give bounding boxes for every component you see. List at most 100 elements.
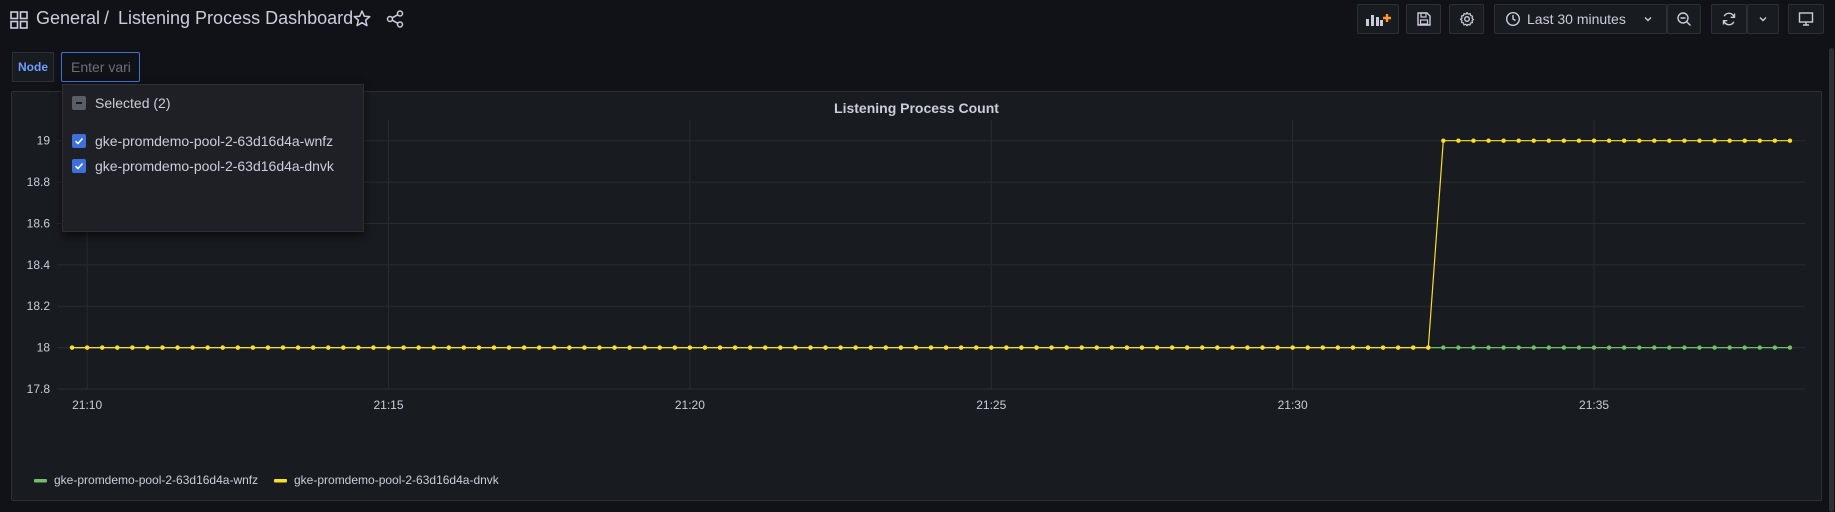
series-point (1169, 345, 1175, 350)
select-all-toggle[interactable]: Selected (2) (72, 93, 170, 113)
y-tick-label: 19 (37, 134, 51, 148)
chevron-down-icon (1644, 17, 1652, 22)
series-point (974, 345, 979, 350)
series-point (1561, 138, 1567, 143)
dashboard-title[interactable]: Listening Process Dashboard (118, 8, 353, 29)
apps-grid-icon[interactable] (10, 11, 28, 29)
series-point (461, 345, 467, 350)
series-point (1260, 345, 1265, 350)
series-point (416, 345, 421, 350)
breadcrumb-folder[interactable]: General (36, 8, 100, 29)
series-point (1305, 345, 1310, 350)
series-point (69, 345, 75, 350)
series-point (1230, 345, 1235, 350)
series-point (1486, 138, 1491, 143)
series-point (1682, 138, 1687, 143)
series-point (1561, 345, 1567, 350)
x-tick-label: 21:15 (374, 398, 404, 412)
series-point (1742, 138, 1747, 143)
series-point (657, 345, 662, 350)
series-point (1380, 345, 1386, 350)
breadcrumb-separator: / (104, 8, 110, 28)
series-point (1426, 345, 1431, 350)
series-point (582, 345, 587, 350)
option-dnvk[interactable]: gke-promdemo-pool-2-63d16d4a-dnvk (72, 156, 334, 176)
series-point (1004, 345, 1009, 350)
checkbox-checked-icon[interactable] (72, 134, 86, 148)
add-panel-icon (1366, 14, 1391, 26)
series-point (672, 345, 678, 350)
series-point (567, 345, 572, 350)
series-point (1621, 138, 1627, 143)
series-point (793, 345, 798, 350)
series-point (763, 345, 768, 350)
y-tick-label: 17.8 (27, 382, 51, 396)
series-point (958, 345, 964, 350)
checkbox-checked-icon[interactable] (72, 159, 86, 173)
series-point (446, 345, 451, 350)
dashboard-settings-button[interactable] (1449, 4, 1484, 34)
series-point (1109, 345, 1115, 350)
series-point (1697, 345, 1702, 350)
series-point (883, 345, 888, 350)
series-point (1682, 345, 1687, 350)
series-point (853, 345, 858, 350)
option-wnfz[interactable]: gke-promdemo-pool-2-63d16d4a-wnfz (72, 131, 333, 151)
x-tick-label: 21:30 (1278, 398, 1308, 412)
series-point (537, 345, 542, 350)
y-tick-label: 18 (37, 341, 51, 355)
series-point (1712, 138, 1717, 143)
series-point (341, 345, 346, 350)
x-tick-label: 21:35 (1579, 398, 1609, 412)
series-point (1606, 138, 1612, 143)
series-point (1546, 345, 1552, 350)
x-tick-label: 21:25 (976, 398, 1006, 412)
series-point (1064, 345, 1069, 350)
series-point (190, 345, 195, 350)
series-point (1591, 138, 1597, 143)
save-icon (1416, 12, 1431, 26)
series-point (145, 345, 150, 350)
chevron-down-icon (1759, 17, 1767, 22)
series-point (1516, 345, 1521, 350)
series-point (597, 345, 602, 350)
time-range-picker[interactable]: Last 30 minutes (1494, 4, 1667, 34)
zoom-out-button[interactable] (1667, 4, 1701, 34)
gear-icon (1459, 11, 1474, 27)
series-point (220, 345, 225, 350)
series-point (717, 345, 723, 350)
series-point (1350, 345, 1356, 350)
series-point (898, 345, 904, 350)
node-variable-input[interactable] (61, 52, 140, 82)
refresh-icon (1722, 12, 1736, 26)
series-point (84, 345, 90, 350)
page-scrollbar[interactable] (1829, 48, 1834, 512)
series-point (1637, 345, 1642, 350)
x-tick-label: 21:10 (72, 398, 102, 412)
series-point (1727, 138, 1732, 143)
series-point (1154, 345, 1160, 350)
refresh-interval-dropdown[interactable] (1747, 4, 1779, 34)
share-icon[interactable] (385, 9, 405, 29)
add-panel-button[interactable] (1357, 4, 1399, 34)
series-point (1245, 345, 1250, 350)
series-point (115, 345, 120, 350)
save-dashboard-button[interactable] (1406, 4, 1441, 34)
refresh-button[interactable] (1711, 4, 1747, 34)
series-point (1697, 138, 1702, 143)
series-point (130, 345, 135, 350)
series-point (431, 345, 436, 350)
star-icon[interactable] (352, 9, 372, 29)
y-tick-label: 18.6 (27, 216, 51, 230)
series-point (1501, 345, 1506, 350)
series-point (1727, 345, 1732, 350)
series-point (1606, 345, 1612, 350)
series-point (1652, 138, 1657, 143)
series-point (1772, 345, 1778, 350)
series-point (326, 345, 331, 350)
legend-swatch (34, 479, 47, 483)
series-point (175, 345, 180, 350)
view-mode-button[interactable] (1788, 4, 1824, 34)
series-point (310, 345, 316, 350)
series-point (642, 345, 647, 350)
